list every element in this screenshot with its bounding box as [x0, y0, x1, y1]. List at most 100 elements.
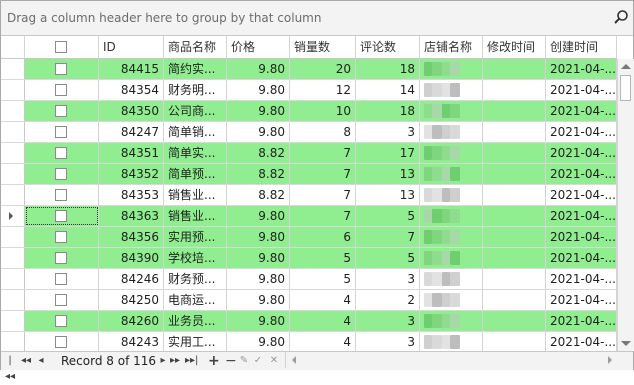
cell-shop-name[interactable] [420, 248, 483, 268]
row-checkbox-cell[interactable] [25, 122, 99, 142]
select-all-checkbox[interactable] [55, 41, 67, 53]
cell-shop-name[interactable] [420, 311, 483, 331]
cell-id[interactable]: 84350 [99, 101, 164, 121]
cell-shop-name[interactable] [420, 227, 483, 247]
row-checkbox-cell[interactable] [25, 206, 99, 226]
cell-modified-time[interactable] [483, 122, 546, 142]
cell-shop-name[interactable] [420, 332, 483, 351]
cell-id[interactable]: 84260 [99, 311, 164, 331]
row-checkbox-cell[interactable] [25, 164, 99, 184]
scroll-down-icon[interactable] [621, 341, 631, 346]
table-row[interactable]: 84415 简约实... 9.80 20 18 2021-04-... [1, 59, 617, 80]
cell-modified-time[interactable] [483, 290, 546, 310]
search-icon[interactable] [613, 9, 629, 25]
cell-product-name[interactable]: 公司商... [164, 101, 227, 121]
table-row[interactable]: 84363 销售业... 9.80 7 5 2021-04-... [1, 206, 617, 227]
row-checkbox[interactable] [55, 189, 67, 201]
cell-sales[interactable]: 8 [290, 122, 356, 142]
header-price[interactable]: 价格 [227, 36, 290, 58]
cell-created-time[interactable]: 2021-04-... [546, 332, 617, 351]
cell-modified-time[interactable] [483, 206, 546, 226]
cell-reviews[interactable]: 3 [356, 269, 420, 289]
cell-reviews[interactable]: 3 [356, 332, 420, 351]
cell-product-name[interactable]: 电商运... [164, 290, 227, 310]
header-modified-time[interactable]: 修改时间 [483, 36, 546, 58]
cell-id[interactable]: 84353 [99, 185, 164, 205]
cell-sales[interactable]: 4 [290, 332, 356, 351]
cell-modified-time[interactable] [483, 248, 546, 268]
header-sales[interactable]: 销量数 [290, 36, 356, 58]
cell-sales[interactable]: 20 [290, 59, 356, 79]
cell-shop-name[interactable] [420, 206, 483, 226]
cell-shop-name[interactable] [420, 269, 483, 289]
cell-shop-name[interactable] [420, 80, 483, 100]
cell-id[interactable]: 84352 [99, 164, 164, 184]
cell-reviews[interactable]: 13 [356, 185, 420, 205]
cell-price[interactable]: 9.80 [227, 311, 290, 331]
cell-created-time[interactable]: 2021-04-... [546, 185, 617, 205]
row-checkbox[interactable] [55, 63, 67, 75]
cell-modified-time[interactable] [483, 269, 546, 289]
cell-id[interactable]: 84354 [99, 80, 164, 100]
cell-id[interactable]: 84390 [99, 248, 164, 268]
cell-sales[interactable]: 7 [290, 185, 356, 205]
header-created-time[interactable]: 创建时间 [546, 36, 617, 58]
append-record-icon[interactable]: + [208, 353, 220, 369]
cell-price[interactable]: 9.80 [227, 227, 290, 247]
edit-record-icon[interactable]: ✎ [239, 353, 249, 369]
cell-created-time[interactable]: 2021-04-... [546, 143, 617, 163]
row-checkbox[interactable] [55, 168, 67, 180]
cell-modified-time[interactable] [483, 311, 546, 331]
cell-product-name[interactable]: 简约实... [164, 59, 227, 79]
cell-id[interactable]: 84351 [99, 143, 164, 163]
cell-shop-name[interactable] [420, 59, 483, 79]
cell-created-time[interactable]: 2021-04-... [546, 248, 617, 268]
cell-reviews[interactable]: 13 [356, 164, 420, 184]
cell-product-name[interactable]: 简单预... [164, 164, 227, 184]
row-checkbox-cell[interactable] [25, 311, 99, 331]
table-row[interactable]: 84250 电商运... 9.80 4 2 2021-04-... [1, 290, 617, 311]
cell-sales[interactable]: 10 [290, 101, 356, 121]
table-row[interactable]: 84356 实用预... 9.80 6 7 2021-04-... [1, 227, 617, 248]
prev-record-icon[interactable]: ◂ [37, 353, 45, 369]
cell-modified-time[interactable] [483, 59, 546, 79]
header-id[interactable]: ID [99, 36, 164, 58]
horizontal-scrollbar[interactable] [285, 352, 618, 368]
cell-product-name[interactable]: 学校培... [164, 248, 227, 268]
cell-sales[interactable]: 7 [290, 164, 356, 184]
row-checkbox-cell[interactable] [25, 80, 99, 100]
table-row[interactable]: 84247 简单销... 9.80 8 3 2021-04-... [1, 122, 617, 143]
prev-page-icon[interactable]: ◂◂ [21, 353, 31, 369]
cell-price[interactable]: 8.82 [227, 143, 290, 163]
cell-id[interactable]: 84363 [99, 206, 164, 226]
cell-sales[interactable]: 4 [290, 290, 356, 310]
header-reviews[interactable]: 评论数 [356, 36, 420, 58]
cell-reviews[interactable]: 18 [356, 59, 420, 79]
cell-reviews[interactable]: 2 [356, 290, 420, 310]
cell-reviews[interactable]: 18 [356, 101, 420, 121]
row-checkbox[interactable] [55, 126, 67, 138]
next-page-icon[interactable]: ▸▸ [169, 353, 181, 369]
cell-modified-time[interactable] [483, 332, 546, 351]
cell-modified-time[interactable] [483, 185, 546, 205]
table-row[interactable]: 84354 财务明... 9.80 12 14 2021-04-... [1, 80, 617, 101]
row-checkbox[interactable] [55, 252, 67, 264]
cell-reviews[interactable]: 14 [356, 80, 420, 100]
cell-price[interactable]: 9.80 [227, 290, 290, 310]
cell-price[interactable]: 9.80 [227, 332, 290, 351]
row-checkbox[interactable] [55, 273, 67, 285]
cell-created-time[interactable]: 2021-04-... [546, 290, 617, 310]
cell-price[interactable]: 9.80 [227, 80, 290, 100]
cell-sales[interactable]: 12 [290, 80, 356, 100]
table-row[interactable]: 84350 公司商... 9.80 10 18 2021-04-... [1, 101, 617, 122]
cell-sales[interactable]: 7 [290, 206, 356, 226]
scroll-thumb[interactable] [620, 75, 631, 101]
cell-created-time[interactable]: 2021-04-... [546, 59, 617, 79]
table-row[interactable]: 84260 业务员... 9.80 4 3 2021-04-... [1, 311, 617, 332]
cell-id[interactable]: 84356 [99, 227, 164, 247]
cell-product-name[interactable]: 简单销... [164, 122, 227, 142]
cell-id[interactable]: 84246 [99, 269, 164, 289]
row-checkbox-cell[interactable] [25, 143, 99, 163]
cell-modified-time[interactable] [483, 80, 546, 100]
cell-created-time[interactable]: 2021-04-... [546, 164, 617, 184]
